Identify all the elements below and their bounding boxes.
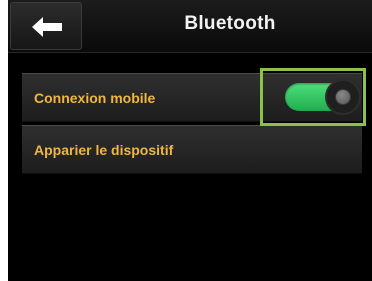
toggle-highlight-frame: [260, 68, 366, 126]
header-bar: Bluetooth: [8, 0, 372, 53]
bluetooth-screen: Bluetooth Connexion mobile Apparier le d…: [8, 0, 372, 281]
setting-label-mobile-connection: Connexion mobile: [34, 90, 156, 106]
mobile-connection-toggle[interactable]: [285, 79, 361, 115]
back-button[interactable]: [10, 2, 82, 50]
left-arrow-icon: [32, 17, 62, 37]
setting-label-pair-device: Apparier le dispositif: [34, 142, 174, 158]
page-title: Bluetooth: [184, 13, 276, 34]
setting-row-pair-device[interactable]: Apparier le dispositif: [22, 125, 362, 174]
toggle-knob[interactable]: [325, 79, 361, 115]
